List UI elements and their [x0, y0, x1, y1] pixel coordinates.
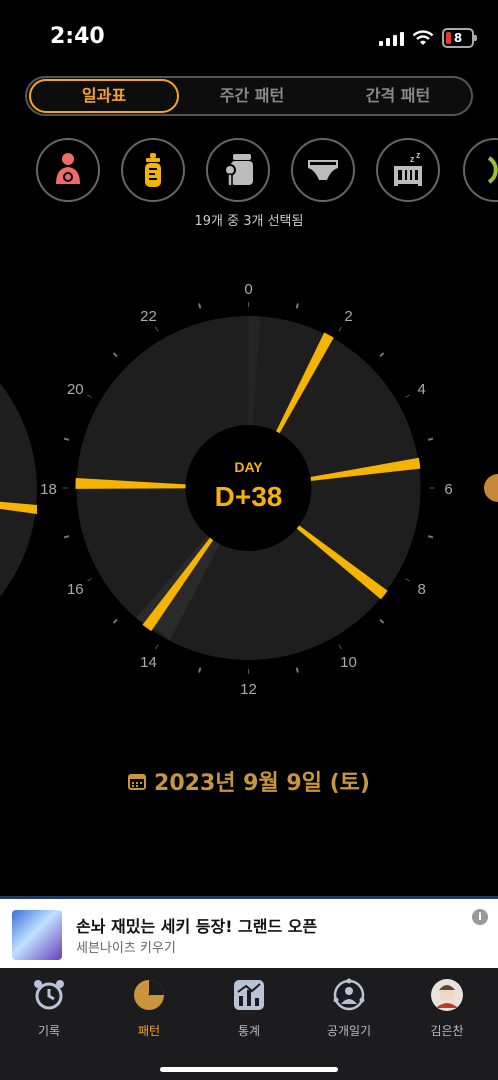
- diaper-icon: [308, 160, 338, 180]
- nav-stats-label: 통계: [237, 1024, 261, 1038]
- breastfeeding-filter[interactable]: [36, 138, 100, 202]
- more-filter[interactable]: [463, 138, 498, 202]
- dial-hour-label: 22: [140, 308, 157, 325]
- nav-profile[interactable]: 김은찬: [407, 978, 487, 1039]
- battery-icon: 8: [442, 28, 477, 48]
- dial-tick: [427, 535, 434, 539]
- dial-hour-mark: [338, 644, 342, 650]
- dial-hour-mark: [87, 578, 92, 582]
- bottle-icon: [145, 153, 161, 187]
- dial-hour-mark: [155, 326, 159, 332]
- breastfeeding-icon: [56, 153, 80, 184]
- stats-chart-icon: [234, 980, 264, 1010]
- nav-public-diary[interactable]: 공개일기: [309, 978, 389, 1039]
- dial-hour-label: 16: [67, 581, 84, 598]
- status-icons: 8: [379, 28, 477, 48]
- pattern-chart-icon: [134, 980, 164, 1010]
- dial-hour-label: 0: [244, 281, 252, 298]
- status-bar: 2:40 8: [0, 0, 498, 70]
- dial-tick: [295, 303, 299, 309]
- dial-tick: [63, 437, 70, 441]
- ad-subtitle: 세븐나이츠 키우기: [76, 941, 176, 956]
- dial-hour-label: 12: [240, 681, 257, 698]
- diaper-filter[interactable]: [291, 138, 355, 202]
- category-filter-row: z z: [34, 138, 498, 208]
- nav-stats[interactable]: 통계: [209, 978, 289, 1039]
- next-day-peek[interactable]: [484, 474, 498, 502]
- tab-schedule[interactable]: 일과표: [29, 79, 179, 113]
- bottle-filter[interactable]: [121, 138, 185, 202]
- dial-hour-label: 6: [444, 481, 452, 498]
- nav-profile-label: 김은찬: [430, 1024, 464, 1038]
- selected-date[interactable]: 2023년 9월 9일 (토): [0, 765, 498, 797]
- dial-tick: [427, 437, 434, 441]
- dial-hour-label: 10: [340, 654, 357, 671]
- ad-banner[interactable]: 손놔 재밌는 세키 등장! 그랜드 오픈 세븐나이츠 키우기 i: [0, 896, 498, 971]
- dial-hour-mark: [405, 394, 410, 398]
- sleep-crib-icon: z z: [394, 150, 422, 186]
- dial-tick: [112, 618, 118, 624]
- nav-public-diary-label: 공개일기: [326, 1024, 372, 1038]
- selection-count: 19개 중 3개 선택됨: [194, 214, 304, 229]
- dial-hour-mark: [338, 326, 342, 332]
- day-label: DAY: [234, 459, 263, 475]
- dial-tick: [63, 535, 70, 539]
- cellular-signal-icon: [379, 30, 404, 46]
- dial-hour-label: 14: [140, 654, 157, 671]
- profile-avatar-icon: [431, 979, 463, 1011]
- dial-hour-label: 20: [67, 381, 84, 398]
- tab-weekly-pattern[interactable]: 주간 패턴: [179, 80, 325, 112]
- dial-tick: [379, 618, 385, 624]
- home-indicator[interactable]: [160, 1067, 338, 1072]
- svg-text:z: z: [416, 150, 421, 160]
- status-time: 2:40: [50, 24, 105, 49]
- more-icon: [487, 156, 498, 184]
- nav-pattern[interactable]: 패턴: [109, 978, 189, 1039]
- dial-tick: [198, 303, 202, 309]
- calendar-icon: [128, 774, 147, 790]
- nav-pattern-label: 패턴: [137, 1024, 161, 1038]
- ad-title: 손놔 재밌는 세키 등장! 그랜드 오픈: [76, 917, 318, 936]
- dial-hour-mark: [155, 644, 159, 650]
- nav-record[interactable]: 기록: [9, 978, 89, 1039]
- previous-day-dial[interactable]: [0, 318, 37, 662]
- dial-tick: [198, 667, 202, 673]
- tab-interval-pattern[interactable]: 간격 패턴: [325, 80, 471, 112]
- ad-info-icon[interactable]: i: [472, 909, 488, 925]
- baby-food-icon: [224, 154, 253, 187]
- pattern-tabs: 일과표 주간 패턴 간격 패턴: [25, 76, 473, 116]
- svg-text:z: z: [410, 154, 415, 164]
- dial-hour-mark: [87, 394, 92, 398]
- dial-tick: [112, 352, 118, 358]
- bottom-navigation: 기록 패턴 통계 공개일기 김은찬: [0, 968, 498, 1080]
- dial-hour-mark: [405, 578, 410, 582]
- ad-thumbnail: [12, 910, 62, 960]
- battery-level: 8: [453, 31, 463, 45]
- alarm-clock-icon: [34, 980, 64, 1010]
- dial-tick: [295, 667, 299, 673]
- day-counter: D+38: [215, 481, 283, 512]
- daily-schedule-dial[interactable]: 0 2 4 6 8 10 12 14 16 18 20 22 DAY D+38: [0, 270, 498, 710]
- dial-hour-label: 2: [344, 308, 352, 325]
- public-diary-icon: [333, 978, 365, 1011]
- date-text: 2023년 9월 9일 (토): [154, 771, 370, 796]
- wifi-icon: [412, 30, 434, 45]
- dial-hour-label: 8: [418, 581, 426, 598]
- dial-tick: [379, 352, 385, 358]
- baby-food-filter[interactable]: [206, 138, 270, 202]
- nav-record-label: 기록: [37, 1024, 61, 1038]
- dial-hour-label: 4: [418, 381, 426, 398]
- sleep-filter[interactable]: z z: [376, 138, 440, 202]
- dial-hour-label: 18: [40, 481, 57, 498]
